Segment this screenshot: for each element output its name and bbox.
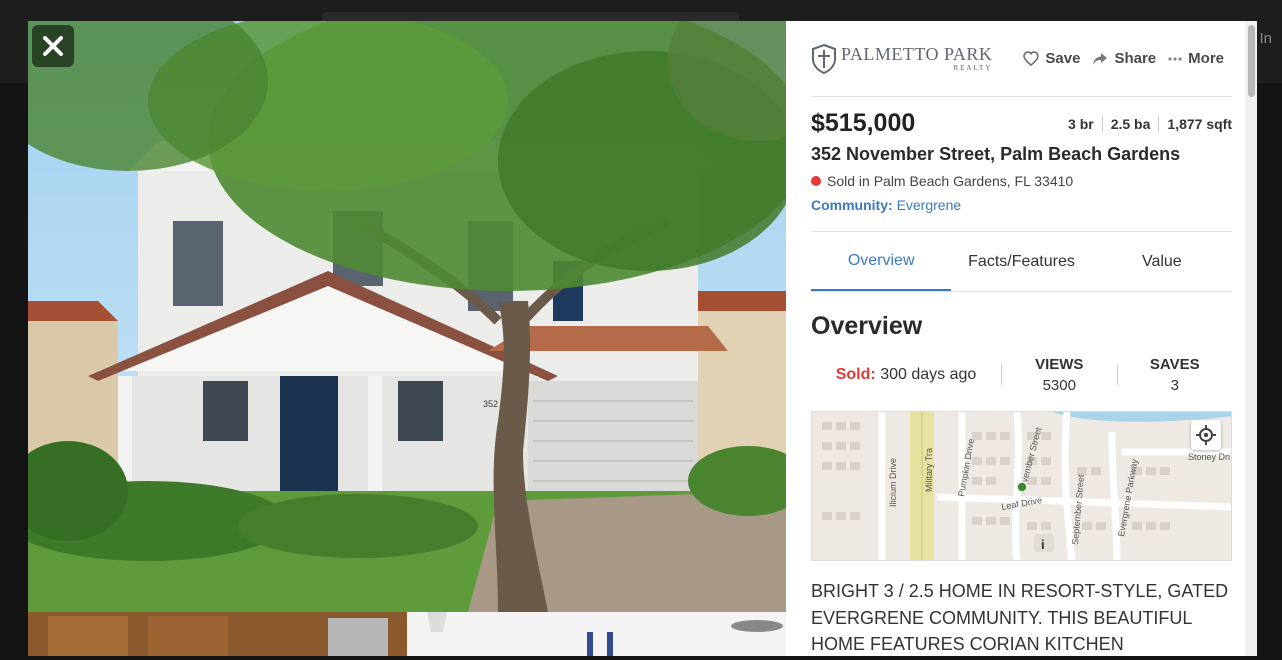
save-label: Save (1045, 50, 1081, 67)
status-text: Sold in Palm Beach Gardens, FL 33410 (827, 173, 1074, 189)
baths-count: 2.5 ba (1101, 116, 1159, 132)
listing-price: $515,000 (811, 109, 916, 137)
listing-modal: 352 PALMETTO PARK REALTY Save Share More… (28, 21, 1257, 656)
saves-metric: SAVES 3 (1118, 356, 1233, 394)
map-street-label: Ilicium Drive (888, 458, 898, 507)
share-button[interactable]: Share (1092, 50, 1156, 67)
status-line: Sold in Palm Beach Gardens, FL 33410 (811, 173, 1232, 189)
tab-value[interactable]: Value (1092, 232, 1232, 291)
location-map[interactable]: Ilicium Drive Military Tra Pumpkin Drive… (811, 411, 1232, 561)
listing-description: BRIGHT 3 / 2.5 HOME IN RESORT-STYLE, GAT… (811, 581, 1229, 654)
listing-stats: 3 br 2.5 ba 1,877 sqft (1060, 116, 1232, 138)
listing-photo[interactable]: 352 (28, 21, 786, 612)
tab-facts-features[interactable]: Facts/Features (951, 232, 1091, 291)
more-button[interactable]: More (1168, 50, 1224, 67)
ellipsis-icon (1168, 56, 1182, 61)
beds-count: 3 br (1068, 116, 1094, 132)
brand-row: PALMETTO PARK REALTY Save Share More (811, 21, 1232, 97)
views-value: 5300 (1042, 377, 1076, 394)
shield-icon (812, 43, 836, 74)
views-label: VIEWS (1035, 356, 1084, 373)
brokerage-logo: PALMETTO PARK REALTY (811, 43, 993, 74)
crosshair-icon (1196, 425, 1216, 445)
svg-text:352: 352 (483, 399, 498, 409)
community-label: Community: (811, 197, 893, 213)
overview-heading: Overview (811, 312, 923, 340)
views-metric: VIEWS 5300 (1002, 356, 1117, 394)
community-row: Community: Evergrene (811, 197, 1232, 232)
locate-button[interactable] (1191, 420, 1221, 450)
community-link[interactable]: Evergrene (897, 197, 962, 213)
sold-status-dot (811, 176, 821, 186)
map-street-label: Military Tra (924, 448, 934, 492)
saves-label: SAVES (1149, 356, 1200, 373)
sold-label: Sold: (835, 366, 876, 383)
save-button[interactable]: Save (1023, 50, 1080, 67)
overview-metrics: Sold: 300 days ago VIEWS 5300 SAVES 3 (811, 353, 1232, 397)
sqft-count: 1,877 sqft (1158, 116, 1232, 132)
scrollbar-thumb[interactable] (1248, 25, 1255, 97)
brand-sub: REALTY (953, 64, 993, 72)
saves-value: 3 (1170, 377, 1179, 394)
heart-icon (1023, 51, 1040, 66)
map-street-label: Stoney Dri (1188, 452, 1230, 462)
listing-details-panel: PALMETTO PARK REALTY Save Share More $51… (786, 21, 1257, 656)
thumbnail-dining[interactable] (407, 612, 786, 656)
sign-in-link[interactable]: In (1259, 30, 1272, 47)
share-label: Share (1114, 50, 1157, 67)
details-tabs: Overview Facts/Features Value (811, 232, 1232, 292)
close-gallery-button[interactable] (32, 25, 74, 67)
more-label: More (1188, 50, 1224, 67)
photo-thumbnails (28, 612, 786, 656)
sold-value: 300 days ago (880, 366, 977, 383)
share-arrow-icon (1093, 52, 1108, 65)
tab-overview[interactable]: Overview (811, 232, 952, 291)
thumbnail-kitchen[interactable] (28, 612, 407, 656)
listing-address: 352 November Street, Palm Beach Gardens (811, 144, 1181, 164)
svg-text:i: i (1041, 537, 1045, 552)
sold-metric: Sold: 300 days ago (811, 366, 1001, 384)
brand-name: PALMETTO PARK (841, 44, 993, 64)
panel-scrollbar[interactable] (1245, 21, 1257, 656)
close-icon (43, 36, 63, 56)
